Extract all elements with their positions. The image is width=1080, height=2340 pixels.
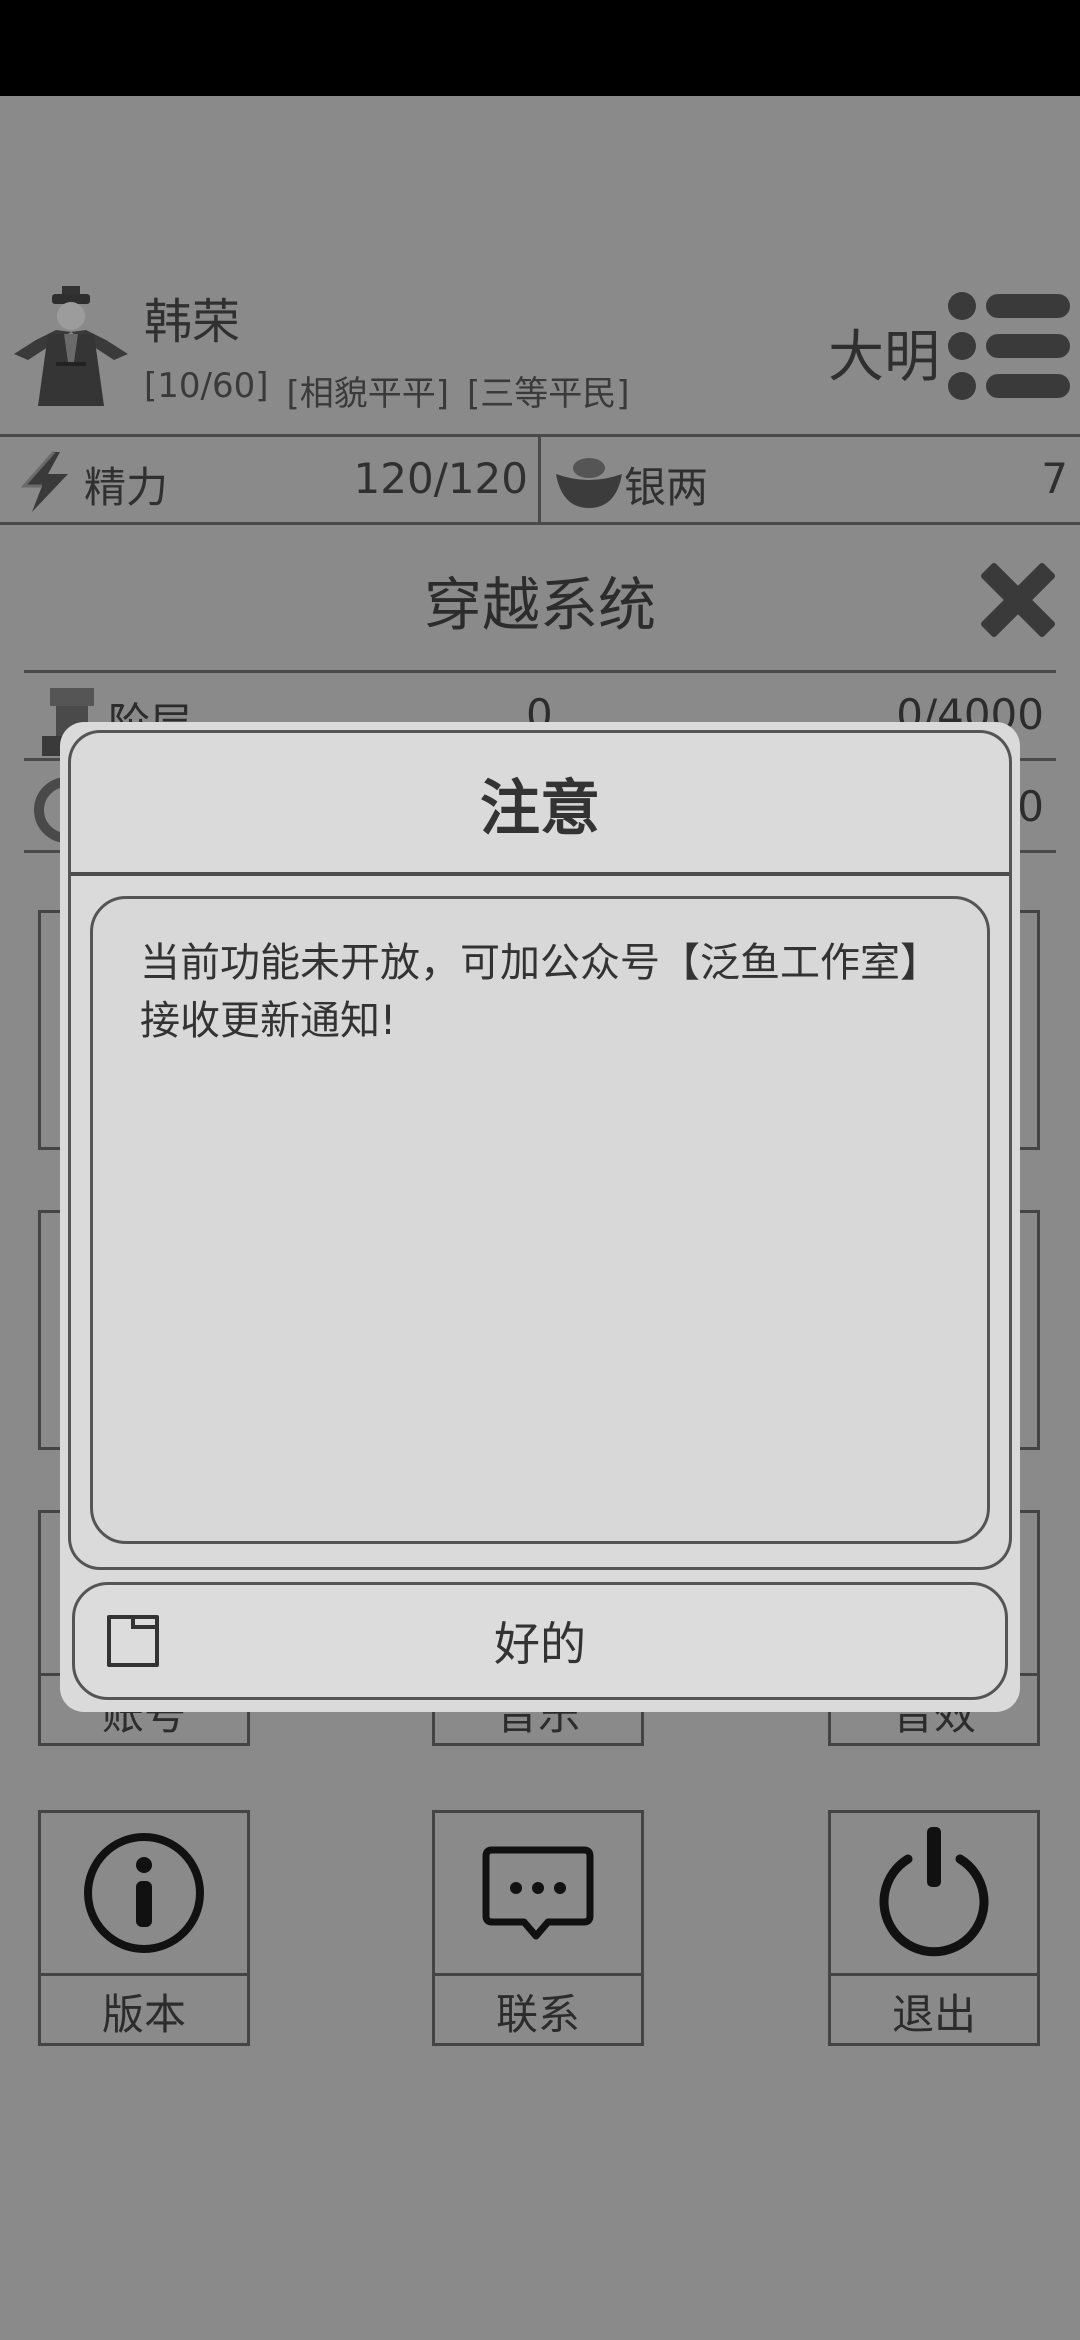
divider <box>538 437 541 522</box>
energy-value: 120/120 <box>353 454 528 503</box>
silver-ingot-icon <box>554 452 624 512</box>
menu-icon[interactable] <box>944 290 1072 402</box>
info-icon <box>41 1813 247 1973</box>
silver-value: 7 <box>1041 454 1068 503</box>
lightning-icon <box>14 450 78 514</box>
energy-tag: [10/60] <box>144 366 269 406</box>
tile-label: 联系 <box>435 1973 641 2046</box>
tile-label: 退出 <box>831 1973 1037 2046</box>
tile-version[interactable]: 版本 <box>38 1810 250 2046</box>
avatar[interactable] <box>8 282 134 412</box>
ok-label: 好的 <box>494 1617 586 1671</box>
tile-label: 版本 <box>41 1973 247 2046</box>
dynasty-label: 大明 <box>828 325 940 390</box>
dialog-message: 当前功能未开放，可加公众号【泛鱼工作室】接收更新通知! <box>140 940 940 1044</box>
energy-label: 精力 <box>84 463 169 512</box>
ok-button[interactable]: 好的 <box>72 1582 1008 1700</box>
rank-tag: [三等平民] <box>467 374 630 414</box>
message-icon <box>435 1813 641 1973</box>
appearance-tag: [相貌平平] <box>286 374 450 414</box>
tile-exit[interactable]: 退出 <box>828 1810 1040 2046</box>
dialog-title: 注意 <box>68 730 1012 874</box>
divider <box>24 670 1056 673</box>
player-name: 韩荣 <box>144 294 241 350</box>
silver-label: 银两 <box>624 463 709 512</box>
page-title: 穿越系统 <box>423 571 656 639</box>
close-icon[interactable] <box>970 552 1066 648</box>
divider <box>0 522 1080 525</box>
player-tags: [10/60] [相貌平平] [三等平民] <box>144 366 630 415</box>
power-icon <box>831 1813 1037 1973</box>
status-bar <box>0 0 1080 96</box>
tile-contact[interactable]: 联系 <box>432 1810 644 2046</box>
